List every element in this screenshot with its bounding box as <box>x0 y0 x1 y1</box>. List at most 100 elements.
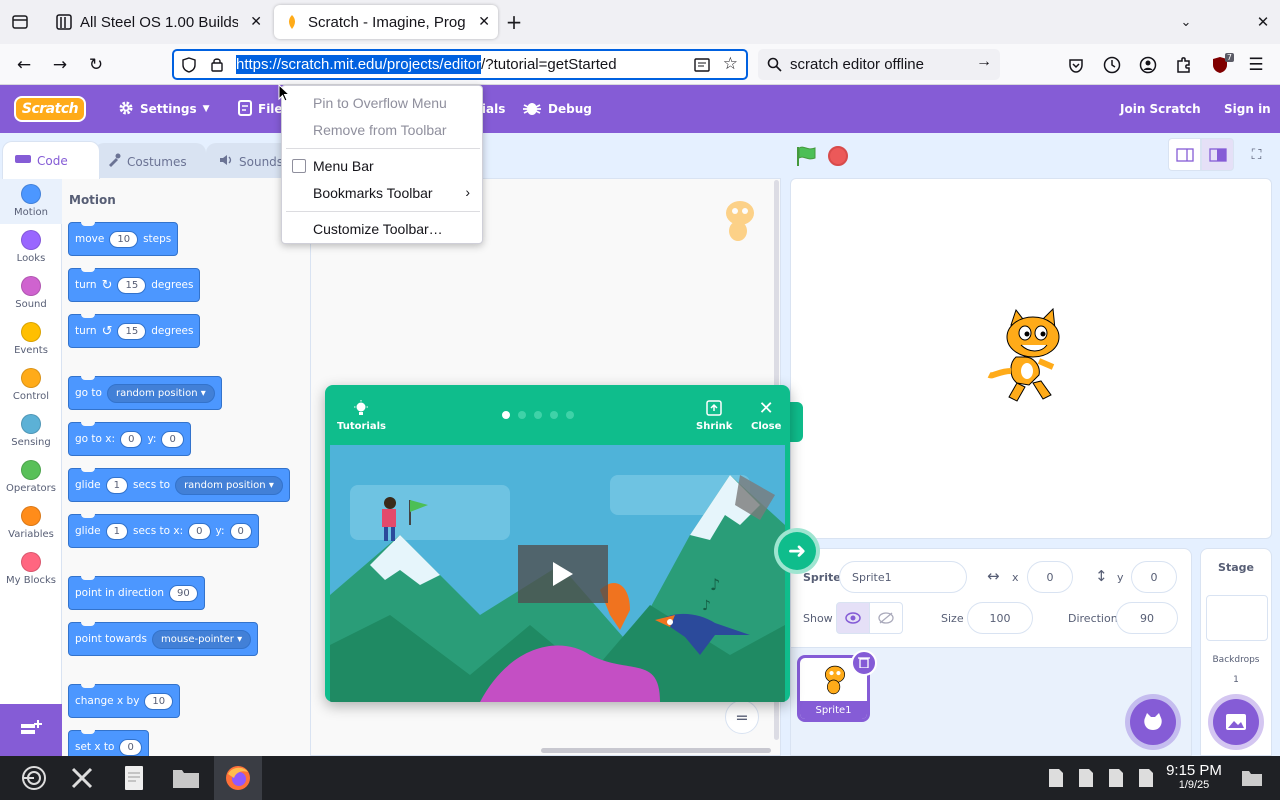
stage-canvas[interactable] <box>790 178 1272 539</box>
reader-view-icon[interactable] <box>694 57 710 77</box>
block-number-input[interactable]: 0 <box>188 522 211 540</box>
green-flag-icon[interactable] <box>795 145 817 172</box>
menu-item-menu-bar[interactable]: Menu Bar <box>282 153 482 179</box>
close-tab-icon[interactable]: ✕ <box>250 13 262 30</box>
page-dot-4[interactable] <box>550 411 558 419</box>
stop-button[interactable] <box>828 146 848 166</box>
category-sensing[interactable]: Sensing <box>0 408 62 454</box>
show-desktop-folder-icon[interactable] <box>1234 762 1270 794</box>
show-visible-button[interactable] <box>836 602 870 634</box>
new-tab-icon[interactable]: + <box>500 8 528 36</box>
hamburger-menu-icon[interactable]: ☰ <box>1242 51 1270 79</box>
block-turn-left[interactable]: turn ↺ 15 degrees <box>68 314 201 348</box>
delete-sprite-button[interactable] <box>851 650 877 676</box>
normal-stage-button[interactable] <box>1201 138 1234 171</box>
small-stage-button[interactable] <box>1168 138 1201 171</box>
scratch-logo[interactable]: Scratch <box>14 96 86 122</box>
tutorial-video[interactable]: ♪ ♪ <box>330 445 785 702</box>
back-icon[interactable]: ← <box>10 51 38 79</box>
chevron-down-icon[interactable]: ⌄ <box>1172 8 1200 36</box>
tab-list-icon[interactable] <box>6 8 34 36</box>
block-dropdown[interactable]: random position ▾ <box>175 475 283 495</box>
file-manager-icon[interactable] <box>168 762 204 794</box>
y-input[interactable]: 0 <box>1131 561 1177 593</box>
choose-backdrop-button[interactable] <box>1213 699 1259 745</box>
tab-costumes[interactable]: Costumes <box>94 143 206 179</box>
play-video-button[interactable] <box>518 545 608 603</box>
url-bar[interactable]: https://scratch.mit.edu/projects/editor … <box>172 49 748 80</box>
block-point-towards[interactable]: point towards mouse-pointer ▾ <box>68 622 259 656</box>
block-number-input[interactable]: 0 <box>229 522 252 540</box>
block-dropdown[interactable]: random position ▾ <box>106 383 215 403</box>
block-number-input[interactable]: 15 <box>117 276 147 294</box>
block-dropdown[interactable]: mouse-pointer ▾ <box>151 629 252 649</box>
search-bar[interactable]: scratch editor offline → <box>758 49 1000 80</box>
app-launcher-icon[interactable] <box>16 762 52 794</box>
menu-bar-checkbox[interactable] <box>292 159 306 173</box>
page-dot-1[interactable] <box>502 411 510 419</box>
block-turn-right[interactable]: turn ↻ 15 degrees <box>68 268 201 302</box>
tutorials-button[interactable]: Tutorials <box>337 400 386 432</box>
page-dot-5[interactable] <box>566 411 574 419</box>
hide-button[interactable] <box>869 602 903 634</box>
page-dot-3[interactable] <box>534 411 542 419</box>
block-glide-to[interactable]: glide 1 secs to random position ▾ <box>68 468 290 502</box>
sync-icon[interactable] <box>1098 51 1126 79</box>
tab-scratch[interactable]: Scratch - Imagine, Prograr ✕ <box>274 5 498 39</box>
reload-icon[interactable]: ↻ <box>82 51 110 79</box>
category-control[interactable]: Control <box>0 362 62 408</box>
sprite-name-input[interactable]: Sprite1 <box>839 561 967 593</box>
file-menu[interactable]: File <box>238 85 283 133</box>
block-number-input[interactable]: 90 <box>169 584 198 602</box>
tutorial-next-button[interactable]: ➜ <box>774 528 820 574</box>
debug-menu[interactable]: Debug <box>522 85 592 133</box>
shield-icon[interactable] <box>174 56 204 73</box>
stage-thumbnail[interactable] <box>1206 595 1268 641</box>
close-tutorial-button[interactable]: ✕ Close <box>751 400 781 433</box>
bookmark-star-icon[interactable]: ☆ <box>723 54 738 74</box>
tab-code[interactable]: Code <box>2 141 100 179</box>
menu-item-bookmarks-toolbar[interactable]: Bookmarks Toolbar › <box>282 180 482 206</box>
close-tab-icon[interactable]: ✕ <box>478 13 490 30</box>
category-looks[interactable]: Looks <box>0 224 62 270</box>
direction-input[interactable]: 90 <box>1116 602 1178 634</box>
block-change-x[interactable]: change x by 10 <box>68 684 181 718</box>
close-window-icon[interactable]: ✕ <box>1249 8 1277 36</box>
forward-icon[interactable]: → <box>46 51 74 79</box>
block-glide-xy[interactable]: glide 1 secs to x: 0 y: 0 <box>68 514 259 548</box>
page-dot-2[interactable] <box>518 411 526 419</box>
horizontal-scrollbar[interactable] <box>541 748 771 753</box>
pocket-icon[interactable] <box>1062 51 1090 79</box>
ublock-origin-icon[interactable]: 7 <box>1206 51 1234 79</box>
category-motion[interactable]: Motion <box>0 178 62 224</box>
block-number-input[interactable]: 10 <box>109 230 139 248</box>
text-editor-icon[interactable] <box>116 762 152 794</box>
search-go-icon[interactable]: → <box>976 53 992 71</box>
category-sound[interactable]: Sound <box>0 270 62 316</box>
zoom-reset-button[interactable]: = <box>725 700 759 734</box>
sign-in-link[interactable]: Sign in <box>1224 85 1271 133</box>
cat-sprite[interactable] <box>981 305 1081 415</box>
taskbar-clock[interactable]: 9:15 PM 1/9/25 <box>1158 762 1230 791</box>
add-extension-button[interactable] <box>0 704 62 756</box>
extensions-puzzle-icon[interactable] <box>1170 51 1198 79</box>
block-number-input[interactable]: 0 <box>161 430 184 448</box>
category-operators[interactable]: Operators <box>0 454 62 500</box>
shrink-button[interactable]: Shrink <box>696 400 732 432</box>
settings-menu[interactable]: Settings ▼ <box>118 85 210 133</box>
block-move-steps[interactable]: move 10 steps <box>68 222 179 256</box>
firefox-taskbar-icon[interactable] <box>214 756 262 800</box>
block-number-input[interactable]: 1 <box>105 522 128 540</box>
block-number-input[interactable]: 0 <box>120 430 143 448</box>
block-go-to[interactable]: go to random position ▾ <box>68 376 222 410</box>
block-number-input[interactable]: 15 <box>117 322 147 340</box>
block-point-in-direction[interactable]: point in direction 90 <box>68 576 205 610</box>
category-events[interactable]: Events <box>0 316 62 362</box>
menu-item-customize-toolbar[interactable]: Customize Toolbar… <box>282 216 482 242</box>
lock-icon[interactable] <box>204 57 230 72</box>
block-number-input[interactable]: 1 <box>105 476 128 494</box>
tab-all-steel-os[interactable]: All Steel OS 1.00 Builds (1 ✕ <box>46 5 270 39</box>
category-variables[interactable]: Variables <box>0 500 62 546</box>
choose-sprite-button[interactable] <box>1130 699 1176 745</box>
account-icon[interactable] <box>1134 51 1162 79</box>
